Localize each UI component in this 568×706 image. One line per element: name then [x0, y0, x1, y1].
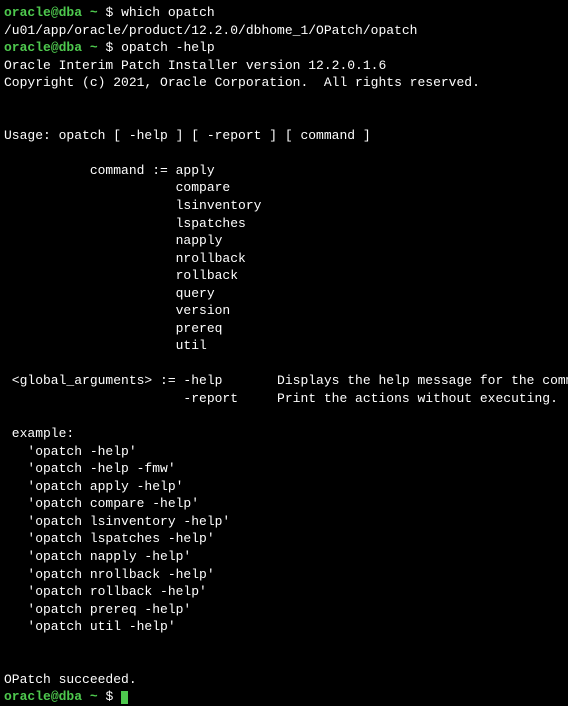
- output-line: OPatch succeeded.: [4, 671, 564, 689]
- output-blank: [4, 144, 564, 162]
- output-blank: [4, 408, 564, 426]
- output-line: Copyright (c) 2021, Oracle Corporation. …: [4, 74, 564, 92]
- output-line: compare: [4, 179, 564, 197]
- prompt-sep: @: [51, 5, 59, 20]
- output-line: Usage: opatch [ -help ] [ -report ] [ co…: [4, 127, 564, 145]
- output-line: version: [4, 302, 564, 320]
- prompt-sep: @: [51, 40, 59, 55]
- output-line: /u01/app/oracle/product/12.2.0/dbhome_1/…: [4, 22, 564, 40]
- cmd-line-current[interactable]: oracle@dba ~ $: [4, 688, 564, 706]
- prompt-user: oracle: [4, 40, 51, 55]
- output-line: lspatches: [4, 215, 564, 233]
- output-line: 'opatch napply -help': [4, 548, 564, 566]
- output-line: 'opatch rollback -help': [4, 583, 564, 601]
- output-line: 'opatch -help': [4, 443, 564, 461]
- output-line: 'opatch compare -help': [4, 495, 564, 513]
- output-blank: [4, 355, 564, 373]
- output-line: command := apply: [4, 162, 564, 180]
- output-blank: [4, 109, 564, 127]
- output-line: -report Print the actions without execut…: [4, 390, 564, 408]
- output-line: 'opatch lsinventory -help': [4, 513, 564, 531]
- prompt-path: ~: [90, 40, 98, 55]
- output-blank: [4, 92, 564, 110]
- prompt-sep: @: [51, 689, 59, 704]
- cmd-line-2: oracle@dba ~ $ opatch -help: [4, 39, 564, 57]
- prompt-end: $: [98, 5, 121, 20]
- command-input[interactable]: which opatch: [121, 5, 215, 20]
- cmd-line-1: oracle@dba ~ $ which opatch: [4, 4, 564, 22]
- output-line: napply: [4, 232, 564, 250]
- output-line: example:: [4, 425, 564, 443]
- output-line: Oracle Interim Patch Installer version 1…: [4, 57, 564, 75]
- output-line: 'opatch apply -help': [4, 478, 564, 496]
- prompt-host: dba: [59, 689, 82, 704]
- command-input[interactable]: opatch -help: [121, 40, 215, 55]
- output-line: util: [4, 337, 564, 355]
- prompt-end: $: [98, 689, 121, 704]
- output-blank: [4, 653, 564, 671]
- output-line: query: [4, 285, 564, 303]
- output-line: 'opatch nrollback -help': [4, 566, 564, 584]
- prompt-host: dba: [59, 5, 82, 20]
- output-line: 'opatch util -help': [4, 618, 564, 636]
- output-line: rollback: [4, 267, 564, 285]
- prompt-user: oracle: [4, 689, 51, 704]
- prompt-path: ~: [90, 689, 98, 704]
- prompt-end: $: [98, 40, 121, 55]
- output-line: 'opatch prereq -help': [4, 601, 564, 619]
- prompt-user: oracle: [4, 5, 51, 20]
- output-line: lsinventory: [4, 197, 564, 215]
- output-line: 'opatch -help -fmw': [4, 460, 564, 478]
- cursor-icon: [121, 691, 128, 704]
- prompt-host: dba: [59, 40, 82, 55]
- output-line: nrollback: [4, 250, 564, 268]
- prompt-path: ~: [90, 5, 98, 20]
- output-line: prereq: [4, 320, 564, 338]
- output-line: <global_arguments> := -help Displays the…: [4, 372, 564, 390]
- output-blank: [4, 636, 564, 654]
- output-line: 'opatch lspatches -help': [4, 530, 564, 548]
